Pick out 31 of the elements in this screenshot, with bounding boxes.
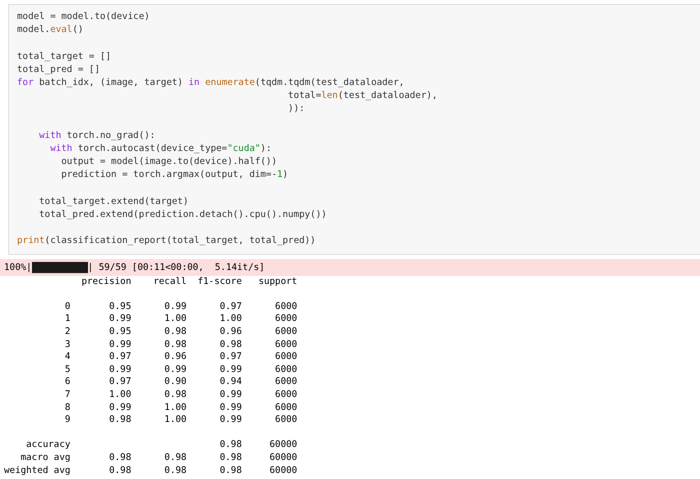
- code-line: model = model.to(device): [17, 10, 150, 24]
- report-line: 9 0.98 1.00 0.99 6000: [64, 414, 298, 427]
- report-line: 1 0.99 1.00 1.00 6000: [64, 313, 298, 326]
- code-line: with torch.no_grad():: [38, 128, 156, 142]
- report-line: weighted avg 0.98 0.98 0.98 60000: [4, 464, 298, 478]
- report-line: 8 0.99 1.00 0.99 6000: [64, 402, 298, 414]
- code-line: model.eval(): [17, 23, 84, 36]
- code-cell[interactable]: [8, 4, 700, 255]
- code-line: total_target.extend(target): [38, 194, 188, 208]
- progress-stats: | 59/59 [00:11<00:00, 5.14it/s]: [88, 260, 265, 274]
- code-line: with torch.autocast(device_type="cuda"):: [49, 142, 272, 156]
- report-line: macro avg 0.98 0.98 0.98 60000: [20, 452, 298, 464]
- report-line: precision recall f1-score support: [80, 276, 298, 288]
- report-line: 2 0.95 0.98 0.96 6000: [64, 326, 298, 339]
- code-line: print(classification_report(total_target, total_pred)): [17, 234, 316, 248]
- report-line: 7 1.00 0.98 0.99 6000: [64, 388, 298, 402]
- report-line: 6 0.97 0.90 0.94 6000: [64, 376, 298, 389]
- code-line: output = model(image.to(device).half()): [60, 155, 277, 168]
- report-line: 4 0.97 0.96 0.97 6000: [64, 351, 298, 364]
- code-line: total=len(test_dataloader),: [287, 89, 438, 102]
- progress-percent: 100%|: [4, 260, 32, 274]
- report-line: accuracy 0.98 60000: [25, 438, 298, 452]
- report-line: 5 0.99 0.99 0.99 6000: [64, 364, 298, 376]
- code-line: total_target = []: [17, 50, 112, 63]
- code-line: prediction = torch.argmax(output, dim=-1): [60, 168, 288, 182]
- code-line: for batch_idx, (image, target) in enumerate(tqdm.tqdm(test_dataloader,: [17, 76, 404, 90]
- code-line: total_pred.extend(prediction.detach().cpu().numpy()): [38, 208, 327, 222]
- code-line: total_pred = []: [17, 62, 100, 76]
- code-line: )):: [287, 102, 305, 116]
- report-line: 3 0.99 0.98 0.98 6000: [64, 338, 298, 352]
- report-line: 0 0.95 0.99 0.97 6000: [64, 300, 298, 314]
